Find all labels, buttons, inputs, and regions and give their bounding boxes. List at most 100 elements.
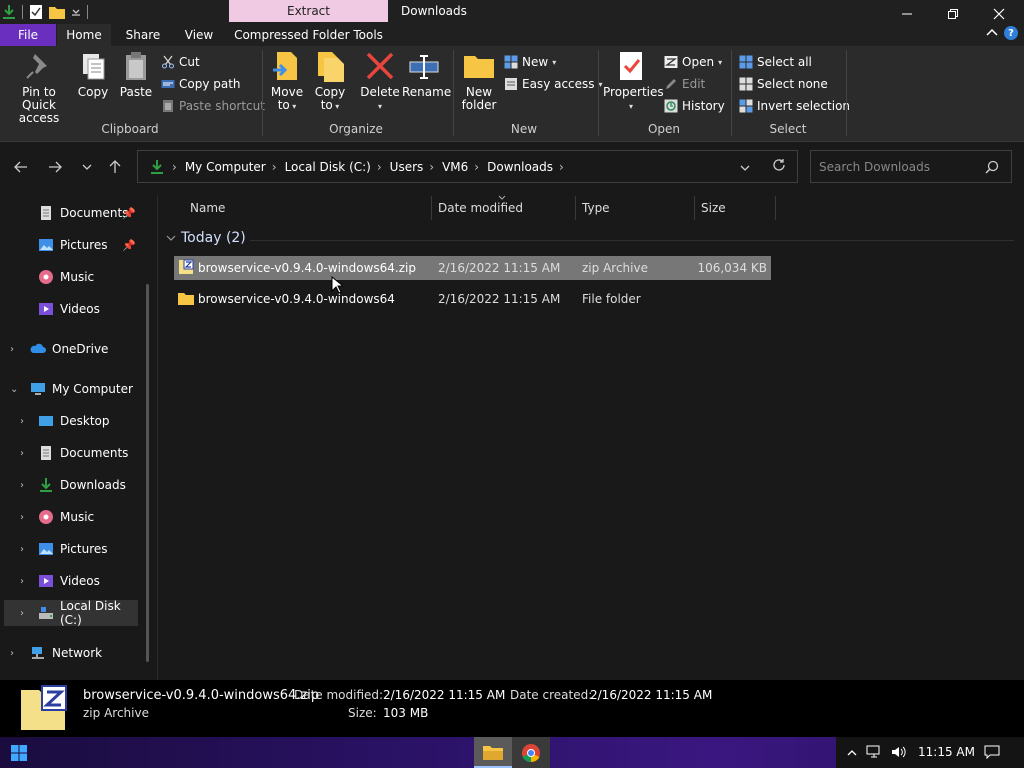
breadcrumb-chevron-icon[interactable]: › <box>474 160 479 174</box>
easy-access-button[interactable]: Easy access ▾ <box>504 74 603 94</box>
pin-to-quick-access-button[interactable]: Pin to Quick access <box>4 50 74 125</box>
breadcrumb-downloads[interactable]: Downloads <box>487 160 553 174</box>
properties-check-icon[interactable] <box>29 4 43 20</box>
nav-scrollbar[interactable] <box>146 284 149 662</box>
search-placeholder: Search Downloads <box>819 159 930 174</box>
forward-button[interactable] <box>44 156 66 178</box>
nav-item-videos-quick[interactable]: Videos <box>0 296 140 322</box>
address-bar[interactable]: › My Computer › Local Disk (C:) › Users … <box>137 150 798 183</box>
rename-button[interactable]: Rename <box>402 50 451 99</box>
recent-locations-button[interactable] <box>76 156 98 178</box>
chevron-right-icon[interactable]: › <box>20 512 24 523</box>
tab-home[interactable]: Home <box>57 24 111 46</box>
taskbar: 11:15 AM <box>0 737 1024 768</box>
column-header-name[interactable]: Name <box>184 196 432 220</box>
copy-button[interactable]: Copy <box>76 50 110 99</box>
taskbar-clock[interactable]: 11:15 AM <box>918 745 975 759</box>
breadcrumb-chevron-icon[interactable]: › <box>172 160 177 174</box>
column-header-type[interactable]: Type <box>576 196 695 220</box>
chevron-right-icon[interactable]: › <box>10 344 14 355</box>
help-icon[interactable]: ? <box>1004 26 1018 40</box>
nav-item-my-computer[interactable]: ⌄ My Computer <box>0 376 140 402</box>
chevron-right-icon[interactable]: › <box>10 648 14 659</box>
paste-shortcut-button[interactable]: Paste shortcut <box>161 96 265 116</box>
tab-view[interactable]: View <box>174 24 224 46</box>
download-arrow-icon[interactable] <box>2 4 16 20</box>
pin-icon[interactable]: 📌 <box>122 207 136 220</box>
nav-item-desktop[interactable]: › Desktop <box>0 408 140 434</box>
taskbar-file-explorer[interactable] <box>474 737 512 768</box>
refresh-button[interactable] <box>772 158 786 175</box>
breadcrumb-chevron-icon[interactable]: › <box>559 160 564 174</box>
chevron-right-icon[interactable]: › <box>20 448 24 459</box>
delete-button[interactable]: Delete ▾ <box>360 50 400 113</box>
move-to-button[interactable]: Move to ▾ <box>268 50 306 113</box>
back-button[interactable] <box>10 156 32 178</box>
breadcrumb-vm6[interactable]: VM6 <box>442 160 468 174</box>
table-row[interactable]: browservice-v0.9.4.0-windows64 2/16/2022… <box>174 287 771 311</box>
start-button[interactable] <box>0 737 38 768</box>
search-input[interactable]: Search Downloads <box>810 150 1012 183</box>
tab-share[interactable]: Share <box>116 24 170 46</box>
mouse-cursor-icon <box>331 276 343 294</box>
address-row: › My Computer › Local Disk (C:) › Users … <box>0 142 1024 194</box>
copy-path-button[interactable]: Copy path <box>161 74 241 94</box>
nav-item-music-quick[interactable]: Music <box>0 264 140 290</box>
show-hidden-icons-chevron-icon[interactable] <box>847 749 857 757</box>
address-history-dropdown[interactable] <box>740 161 750 175</box>
properties-button[interactable]: Properties ▾ <box>603 50 664 113</box>
breadcrumb-chevron-icon[interactable]: › <box>429 160 434 174</box>
network-tray-icon[interactable] <box>866 745 882 759</box>
nav-item-onedrive[interactable]: › OneDrive <box>0 336 140 362</box>
select-none-button[interactable]: Select none <box>739 74 828 94</box>
nav-item-music[interactable]: › Music <box>0 504 140 530</box>
invert-selection-button[interactable]: Invert selection <box>739 96 850 116</box>
tab-compressed-folder-tools[interactable]: Compressed Folder Tools <box>229 24 388 46</box>
group-header-today[interactable]: Today (2) <box>166 230 246 246</box>
select-all-button[interactable]: Select all <box>739 52 812 72</box>
column-header-size[interactable]: Size <box>695 196 776 220</box>
breadcrumb-local-disk[interactable]: Local Disk (C:) <box>285 160 371 174</box>
up-button[interactable] <box>104 156 126 178</box>
breadcrumb-chevron-icon[interactable]: › <box>377 160 382 174</box>
breadcrumb-my-computer[interactable]: My Computer <box>185 160 266 174</box>
extract-context-tab[interactable]: Extract <box>229 0 388 22</box>
history-button[interactable]: History <box>664 96 725 116</box>
nav-item-documents[interactable]: › Documents <box>0 440 140 466</box>
new-folder-icon[interactable] <box>49 5 65 19</box>
taskbar-chrome[interactable] <box>512 737 550 768</box>
new-item-button[interactable]: New ▾ <box>504 52 556 72</box>
nav-item-videos[interactable]: › Videos <box>0 568 140 594</box>
qat-customize-icon[interactable] <box>71 5 81 19</box>
nav-item-documents-quick[interactable]: Documents 📌 <box>0 200 140 226</box>
open-archive-icon <box>664 56 678 68</box>
nav-item-network[interactable]: › Network <box>0 640 140 666</box>
chevron-right-icon[interactable]: › <box>20 480 24 491</box>
nav-item-downloads[interactable]: › Downloads <box>0 472 140 498</box>
dropdown-caret: ▾ <box>377 102 382 111</box>
chevron-right-icon[interactable]: › <box>20 416 24 427</box>
new-folder-button[interactable]: New folder <box>458 50 500 112</box>
notification-icon[interactable] <box>984 745 1000 759</box>
pin-icon[interactable]: 📌 <box>122 239 136 252</box>
tab-file[interactable]: File <box>0 24 56 46</box>
cut-button[interactable]: Cut <box>161 52 200 72</box>
column-header-date-modified[interactable]: Date modified <box>432 195 576 220</box>
ribbon-collapse-button[interactable] <box>986 26 998 40</box>
copy-to-button[interactable]: Copy to ▾ <box>311 50 349 113</box>
volume-icon[interactable] <box>890 745 906 759</box>
paste-button[interactable]: Paste <box>118 50 154 99</box>
breadcrumb-chevron-icon[interactable]: › <box>272 160 277 174</box>
breadcrumb-users[interactable]: Users <box>390 160 424 174</box>
chevron-right-icon[interactable]: › <box>20 576 24 587</box>
nav-item-pictures-quick[interactable]: Pictures 📌 <box>0 232 140 258</box>
chevron-right-icon[interactable]: › <box>20 608 24 619</box>
table-row[interactable]: browservice-v0.9.4.0-windows64.zip 2/16/… <box>174 256 771 280</box>
chevron-up-icon <box>986 28 998 36</box>
chevron-right-icon[interactable]: › <box>20 544 24 555</box>
nav-item-pictures[interactable]: › Pictures <box>0 536 140 562</box>
edit-button[interactable]: Edit <box>664 74 705 94</box>
chevron-down-icon[interactable]: ⌄ <box>10 384 18 395</box>
nav-item-local-disk[interactable]: › Local Disk (C:) <box>4 599 138 627</box>
open-button[interactable]: Open ▾ <box>664 52 722 72</box>
